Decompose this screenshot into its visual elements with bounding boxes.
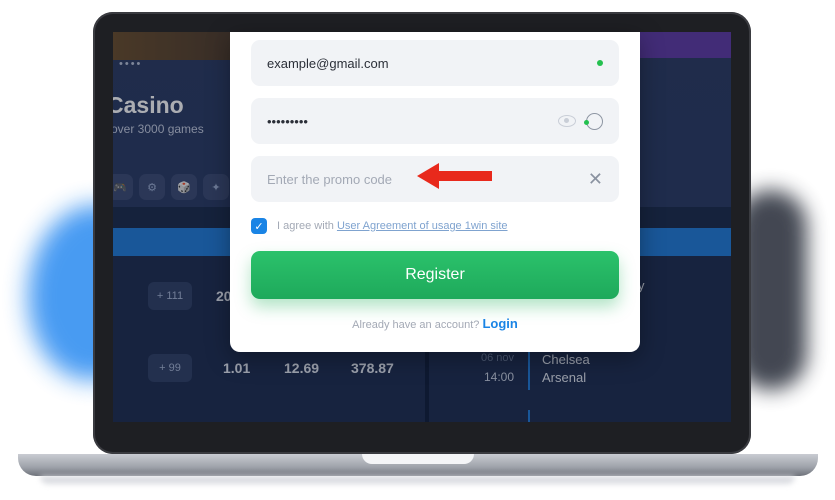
laptop-shadow [40, 476, 795, 484]
have-account-text: Already have an account? [352, 319, 480, 331]
email-field[interactable]: example@gmail.com [251, 40, 619, 86]
password-field[interactable]: ••••••••• [251, 98, 619, 144]
agreement-text: I agree with User Agreement of usage 1wi… [277, 220, 508, 232]
email-value[interactable]: example@gmail.com [267, 56, 597, 71]
agreement-row: ✓ I agree with User Agreement of usage 1… [251, 218, 508, 234]
pointer-arrow-icon [417, 163, 492, 189]
show-password-icon[interactable] [558, 115, 576, 127]
agreement-checkbox[interactable]: ✓ [251, 218, 267, 234]
registration-modal: example@gmail.com ••••••••• Enter the pr… [230, 32, 640, 352]
login-link[interactable]: Login [482, 316, 517, 331]
login-prompt: Already have an account? Login [230, 316, 640, 331]
user-agreement-link[interactable]: User Agreement of usage 1win site [337, 220, 508, 232]
register-button[interactable]: Register [251, 251, 619, 299]
agreement-prefix: I agree with [277, 220, 334, 232]
valid-indicator-icon [597, 60, 603, 66]
laptop-notch [362, 454, 474, 464]
clear-icon[interactable]: ✕ [588, 170, 603, 188]
password-value[interactable]: ••••••••• [267, 114, 558, 129]
password-generator-icon[interactable] [584, 112, 603, 130]
